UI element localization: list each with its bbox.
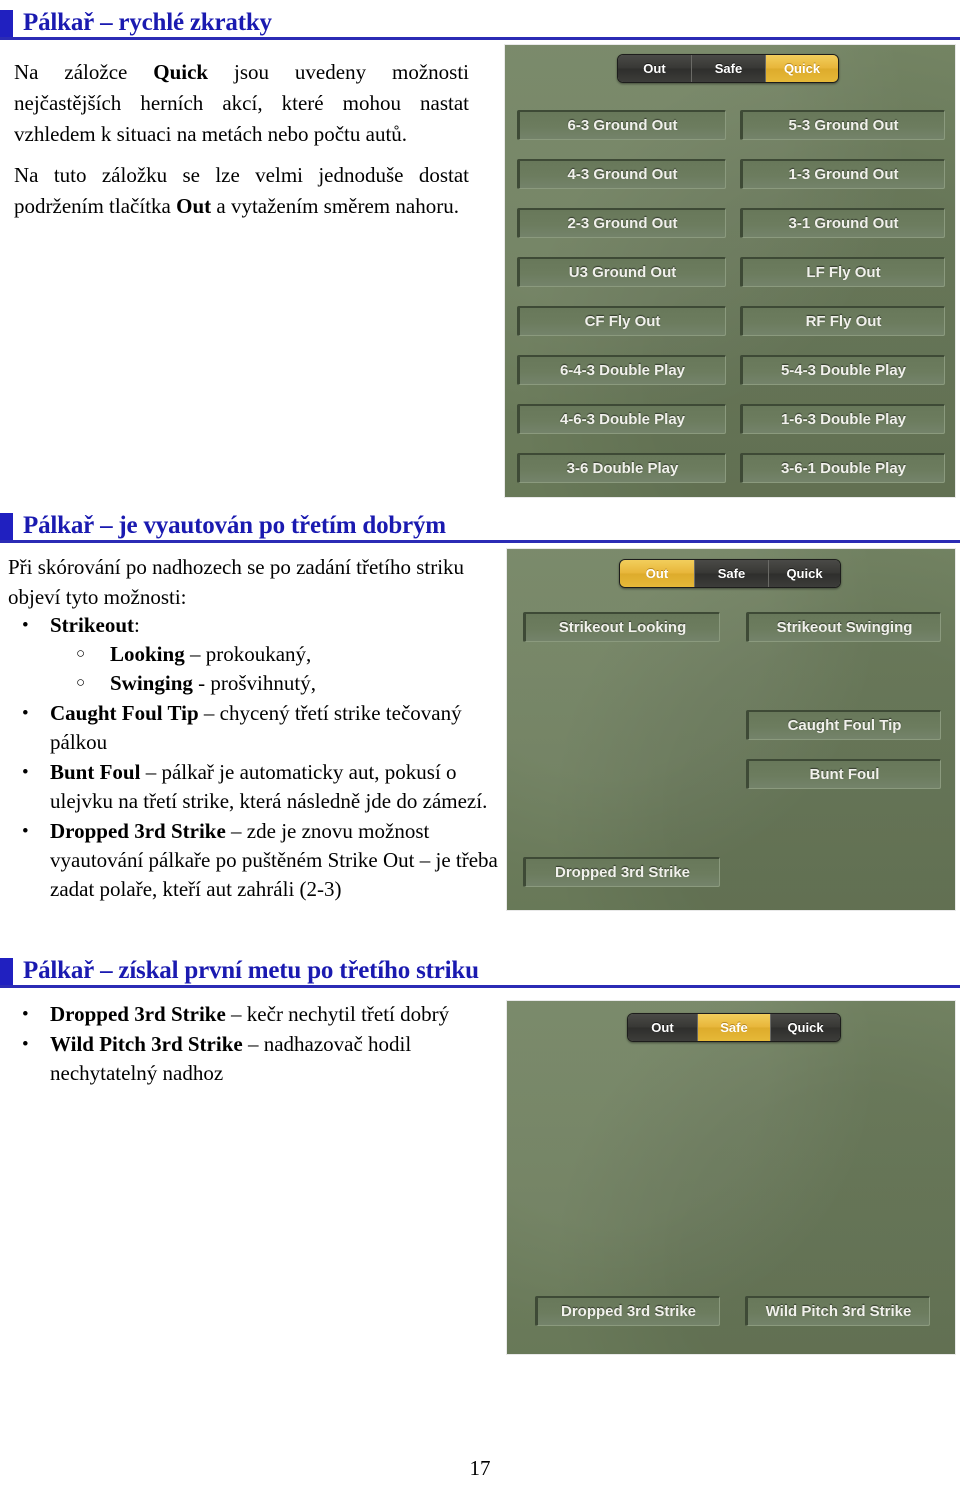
- segment-quick[interactable]: Quick: [769, 560, 840, 587]
- sub-item-desc: – prokoukaný,: [184, 642, 312, 666]
- section-2-bullet-list-wrap: • Strikeout: ○ Looking – prokoukaný, ○ Swin…: [8, 611, 498, 904]
- segment-out[interactable]: Out: [628, 1014, 698, 1041]
- game-button[interactable]: Bunt Foul: [746, 759, 941, 789]
- list-item: • Caught Foul Tip – chycený třetí strike …: [8, 699, 498, 757]
- section-heading-2: Pálkař – je vyautován po třetím dobrým: [0, 509, 960, 543]
- para-run: Na záložce: [14, 60, 154, 84]
- game-button[interactable]: 3-6-1 Double Play: [740, 453, 945, 483]
- game-button[interactable]: 3-6 Double Play: [517, 453, 726, 483]
- bullet-circle-icon: ○: [76, 675, 86, 691]
- bullet-dot-icon: •: [22, 762, 29, 783]
- segment-quick[interactable]: Quick: [771, 1014, 840, 1041]
- game-button[interactable]: RF Fly Out: [740, 306, 945, 336]
- game-button[interactable]: Wild Pitch 3rd Strike: [745, 1296, 930, 1326]
- list-item-term: Caught Foul Tip: [50, 701, 199, 725]
- list-item-desc: :: [134, 613, 140, 637]
- game-button[interactable]: CF Fly Out: [517, 306, 726, 336]
- game-button[interactable]: 3-1 Ground Out: [740, 208, 945, 238]
- game-button[interactable]: 5-4-3 Double Play: [740, 355, 945, 385]
- game-button[interactable]: Dropped 3rd Strike: [523, 857, 720, 887]
- game-button[interactable]: Strikeout Swinging: [746, 612, 941, 642]
- section-3-bullet-list-wrap: • Dropped 3rd Strike – kečr nechytil třet…: [8, 1000, 483, 1088]
- bullet-dot-icon: •: [22, 615, 29, 636]
- game-button[interactable]: 1-6-3 Double Play: [740, 404, 945, 434]
- segment-out[interactable]: Out: [620, 560, 695, 587]
- bullet-dot-icon: •: [22, 1004, 29, 1025]
- game-button[interactable]: 1-3 Ground Out: [740, 159, 945, 189]
- bullet-dot-icon: •: [22, 1034, 29, 1055]
- list-item-term: Dropped 3rd Strike: [50, 1002, 226, 1026]
- segmented-control-safe[interactable]: Out Safe Quick: [627, 1013, 841, 1042]
- segment-quick[interactable]: Quick: [766, 55, 838, 82]
- game-button[interactable]: 4-3 Ground Out: [517, 159, 726, 189]
- section-heading-3-text: Pálkař – získal první metu po třetího st…: [23, 957, 479, 984]
- list-item: • Bunt Foul – pálkař je automaticky aut, …: [8, 758, 498, 816]
- section-1-paragraph-2: Na tuto záložku se lze velmi jednoduše d…: [14, 160, 469, 222]
- sub-item-desc: - prošvihnutý,: [192, 671, 316, 695]
- game-button[interactable]: Dropped 3rd Strike: [535, 1296, 720, 1326]
- sub-list-item: ○ Looking – prokoukaný,: [50, 640, 498, 669]
- bullet-dot-icon: •: [22, 821, 29, 842]
- section-1-paragraph-1: Na záložce Quick jsou uvedeny možnosti n…: [14, 57, 469, 150]
- game-button[interactable]: 4-6-3 Double Play: [517, 404, 726, 434]
- game-button[interactable]: LF Fly Out: [740, 257, 945, 287]
- quick-tab-screenshot: Out Safe Quick 6-3 Ground Out 5-3 Ground…: [504, 44, 956, 498]
- list-item-term: Strikeout: [50, 613, 134, 637]
- segment-safe[interactable]: Safe: [698, 1014, 771, 1041]
- list-item-term: Wild Pitch 3rd Strike: [50, 1032, 243, 1056]
- section-2-intro: Při skórování po nadhozech se po zadání …: [8, 555, 465, 609]
- list-item: • Wild Pitch 3rd Strike – nadhazovač hodi…: [8, 1030, 483, 1088]
- safe-tab-screenshot: Out Safe Quick Dropped 3rd Strike Wild P…: [506, 1000, 956, 1355]
- sub-item-term: Swinging: [110, 671, 193, 695]
- segment-safe[interactable]: Safe: [695, 560, 769, 587]
- game-button[interactable]: 2-3 Ground Out: [517, 208, 726, 238]
- section-heading-1-text: Pálkař – rychlé zkratky: [23, 9, 272, 36]
- bullet-dot-icon: •: [22, 703, 29, 724]
- segmented-control-out[interactable]: Out Safe Quick: [619, 559, 841, 588]
- sub-list-item: ○ Swinging - prošvihnutý,: [50, 669, 498, 698]
- game-button[interactable]: 6-3 Ground Out: [517, 110, 726, 140]
- list-item: • Dropped 3rd Strike – zde je znovu možno…: [8, 817, 498, 904]
- game-button[interactable]: 6-4-3 Double Play: [517, 355, 726, 385]
- heading-marker-icon: [0, 10, 13, 37]
- para-run-bold: Out: [176, 194, 212, 218]
- para-run: a vytažením směrem nahoru.: [211, 194, 459, 218]
- heading-marker-icon: [0, 513, 13, 540]
- heading-marker-icon: [0, 958, 13, 985]
- bullet-circle-icon: ○: [76, 646, 86, 662]
- sub-item-term: Looking: [110, 642, 185, 666]
- list-item-term: Dropped 3rd Strike: [50, 819, 226, 843]
- list-item-desc: – kečr nechytil třetí dobrý: [225, 1002, 450, 1026]
- section-heading-1: Pálkař – rychlé zkratky: [0, 6, 960, 40]
- list-item-term: Bunt Foul: [50, 760, 141, 784]
- list-item: • Strikeout: ○ Looking – prokoukaný, ○ Swin…: [8, 611, 498, 698]
- section-3-bullet-list: • Dropped 3rd Strike – kečr nechytil třet…: [8, 1000, 483, 1088]
- section-heading-2-text: Pálkař – je vyautován po třetím dobrým: [23, 512, 446, 539]
- game-button[interactable]: 5-3 Ground Out: [740, 110, 945, 140]
- section-2-sublist: ○ Looking – prokoukaný, ○ Swinging - prošv…: [50, 640, 498, 698]
- list-item: • Dropped 3rd Strike – kečr nechytil třet…: [8, 1000, 483, 1029]
- game-button[interactable]: Strikeout Looking: [523, 612, 720, 642]
- section-heading-3: Pálkař – získal první metu po třetího st…: [0, 954, 960, 988]
- section-2-bullet-list: • Strikeout: ○ Looking – prokoukaný, ○ Swin…: [8, 611, 498, 904]
- para-run-bold: Quick: [153, 60, 209, 84]
- game-button[interactable]: Caught Foul Tip: [746, 710, 941, 740]
- segment-out[interactable]: Out: [618, 55, 692, 82]
- game-button[interactable]: U3 Ground Out: [517, 257, 726, 287]
- out-tab-screenshot: Out Safe Quick Strikeout Looking Strikeo…: [506, 548, 956, 911]
- page-number: 17: [469, 1456, 491, 1480]
- segmented-control-quick[interactable]: Out Safe Quick: [617, 54, 839, 83]
- segment-safe[interactable]: Safe: [692, 55, 766, 82]
